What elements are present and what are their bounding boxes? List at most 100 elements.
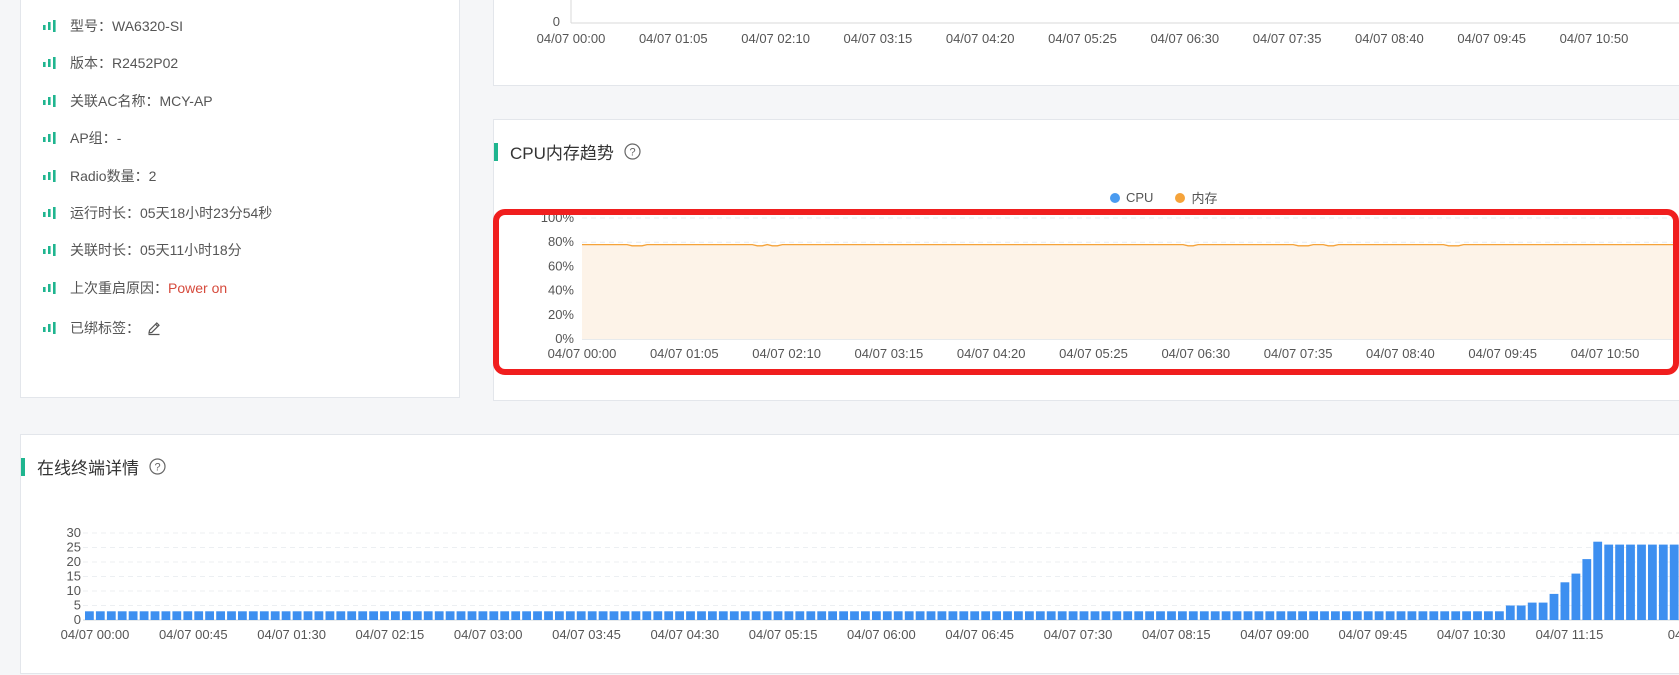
bar[interactable] — [161, 611, 171, 620]
bar[interactable] — [325, 611, 335, 620]
bar[interactable] — [926, 611, 936, 620]
bar[interactable] — [139, 611, 149, 620]
bar[interactable] — [1276, 611, 1286, 620]
bar[interactable] — [1254, 611, 1264, 620]
bar[interactable] — [806, 611, 816, 620]
bar[interactable] — [872, 611, 881, 620]
bar[interactable] — [1331, 611, 1340, 620]
bar[interactable] — [380, 611, 389, 620]
bar[interactable] — [1210, 611, 1220, 620]
bar[interactable] — [172, 611, 182, 620]
bar[interactable] — [1604, 544, 1614, 620]
bar[interactable] — [1134, 611, 1144, 620]
bar[interactable] — [1451, 611, 1461, 620]
bar[interactable] — [1014, 611, 1023, 620]
bar[interactable] — [434, 611, 444, 620]
bar[interactable] — [85, 611, 94, 620]
bar[interactable] — [948, 611, 958, 620]
bar[interactable] — [1429, 611, 1439, 620]
bar[interactable] — [412, 611, 422, 620]
bar[interactable] — [1309, 611, 1318, 620]
bar[interactable] — [467, 611, 477, 620]
bar[interactable] — [817, 611, 827, 620]
bar[interactable] — [402, 611, 411, 620]
bar[interactable] — [1243, 611, 1253, 620]
bar[interactable] — [106, 611, 116, 620]
bar[interactable] — [1352, 611, 1362, 620]
bar[interactable] — [1593, 541, 1603, 620]
bar[interactable] — [500, 611, 510, 620]
bar[interactable] — [1549, 593, 1559, 620]
bar[interactable] — [576, 611, 586, 620]
bar[interactable] — [1342, 611, 1351, 620]
bar[interactable] — [347, 611, 357, 620]
bar[interactable] — [1112, 611, 1122, 620]
bar[interactable] — [1527, 602, 1537, 620]
bar[interactable] — [391, 611, 400, 620]
bar[interactable] — [1637, 544, 1646, 620]
bar[interactable] — [642, 611, 652, 620]
bar[interactable] — [1571, 573, 1581, 620]
bar[interactable] — [653, 611, 663, 620]
bar[interactable] — [697, 611, 706, 620]
bar[interactable] — [762, 611, 772, 620]
bar[interactable] — [227, 611, 236, 620]
bar[interactable] — [1145, 611, 1154, 620]
bar[interactable] — [751, 611, 761, 620]
bar[interactable] — [1079, 611, 1089, 620]
bar[interactable] — [1221, 611, 1231, 620]
bar[interactable] — [369, 611, 378, 620]
bar[interactable] — [270, 611, 280, 620]
bar[interactable] — [839, 611, 848, 620]
bar[interactable] — [292, 611, 302, 620]
bar[interactable] — [970, 611, 980, 620]
bar[interactable] — [795, 611, 805, 620]
bar[interactable] — [861, 611, 870, 620]
bar[interactable] — [1648, 544, 1657, 620]
bar[interactable] — [1374, 611, 1384, 620]
bar[interactable] — [1560, 582, 1570, 620]
bar[interactable] — [981, 611, 991, 620]
bar[interactable] — [1287, 611, 1297, 620]
bar[interactable] — [456, 611, 466, 620]
bar[interactable] — [1156, 611, 1165, 620]
bar[interactable] — [609, 611, 619, 620]
bar[interactable] — [1440, 611, 1450, 620]
bar[interactable] — [1658, 544, 1668, 620]
bar[interactable] — [1265, 611, 1275, 620]
bar[interactable] — [1188, 611, 1198, 620]
bar[interactable] — [937, 611, 947, 620]
bar[interactable] — [555, 611, 564, 620]
bar[interactable] — [1363, 611, 1373, 620]
bar[interactable] — [882, 611, 892, 620]
bar[interactable] — [1123, 611, 1133, 620]
bar[interactable] — [1505, 605, 1515, 621]
bar[interactable] — [1582, 559, 1592, 620]
bar[interactable] — [1068, 611, 1078, 620]
bar[interactable] — [1046, 611, 1056, 620]
bar[interactable] — [1035, 611, 1045, 620]
bar[interactable] — [598, 611, 608, 620]
bar[interactable] — [248, 611, 258, 620]
bar[interactable] — [1484, 611, 1493, 620]
bar[interactable] — [1396, 611, 1406, 620]
bar[interactable] — [1178, 611, 1187, 620]
bar[interactable] — [904, 611, 914, 620]
bar[interactable] — [1626, 544, 1635, 620]
bar[interactable] — [1090, 611, 1100, 620]
bar[interactable] — [1418, 611, 1428, 620]
bar[interactable] — [128, 611, 138, 620]
bar[interactable] — [259, 611, 269, 620]
bar[interactable] — [1407, 611, 1417, 620]
bar[interactable] — [565, 611, 575, 620]
bar[interactable] — [238, 611, 247, 620]
bar[interactable] — [533, 611, 542, 620]
bar[interactable] — [784, 611, 794, 620]
bar[interactable] — [1320, 611, 1329, 620]
bar[interactable] — [544, 611, 553, 620]
bar[interactable] — [1199, 611, 1209, 620]
bar[interactable] — [216, 611, 225, 620]
bar[interactable] — [587, 611, 597, 620]
bar[interactable] — [664, 611, 674, 620]
bar[interactable] — [183, 611, 193, 620]
